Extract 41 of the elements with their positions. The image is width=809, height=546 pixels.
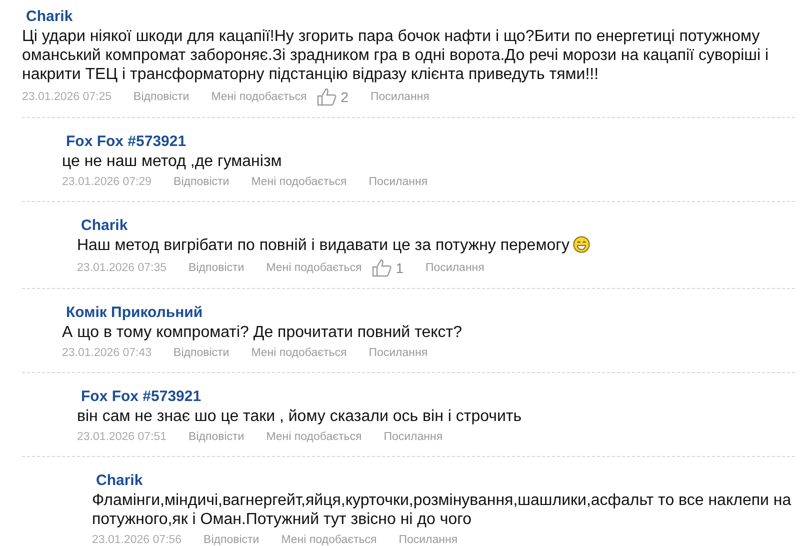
reply-link[interactable]: Відповісти xyxy=(204,533,260,546)
comment-author[interactable]: Fox Fox #573921 xyxy=(77,387,795,407)
like-link[interactable]: Мені подобається xyxy=(281,533,377,546)
comment-author[interactable]: Fox Fox #573921 xyxy=(62,132,795,152)
thumbs-up-icon[interactable] xyxy=(372,259,392,277)
like-count: 1 xyxy=(396,260,404,276)
like-count: 2 xyxy=(340,90,349,104)
permalink-link[interactable]: Посилання xyxy=(398,533,458,546)
smiley-icon xyxy=(573,236,590,253)
like-link[interactable]: Мені подобається xyxy=(251,346,347,361)
permalink-link[interactable]: Посилання xyxy=(426,260,484,276)
comment-author[interactable]: Комік Прикольний xyxy=(62,303,795,323)
comment-text: Наш метод вигрібати по повній і видавати це за потужну перемогу xyxy=(77,236,795,255)
comment-author[interactable]: Charik xyxy=(22,7,795,27)
reply-link[interactable]: Відповісти xyxy=(174,175,230,190)
permalink-link[interactable]: Посилання xyxy=(384,430,443,445)
thumbs-up-icon[interactable] xyxy=(316,88,337,106)
comment-date: 23.01.2026 07:25 xyxy=(22,90,112,104)
like-link[interactable]: Мені подобається xyxy=(266,260,362,276)
reply-link[interactable]: Відповісти xyxy=(134,90,190,104)
comment-date: 23.01.2026 07:51 xyxy=(77,430,167,445)
comment-date: 23.01.2026 07:56 xyxy=(92,533,182,546)
permalink-link[interactable]: Посилання xyxy=(368,346,428,361)
comment-text: він сам не знає шо це таки , йому сказали ось він і строчить xyxy=(77,407,523,426)
comment-text: це не наш метод ,де гуманізм xyxy=(62,152,283,171)
like-link[interactable]: Мені подобається xyxy=(266,430,362,445)
reply-link[interactable]: Відповісти xyxy=(188,430,244,445)
like-link[interactable]: Мені подобається xyxy=(251,175,347,190)
comment-date: 23.01.2026 07:35 xyxy=(77,260,167,276)
permalink-link[interactable]: Посилання xyxy=(368,175,428,190)
comment-text: А що в тому компроматі? Де прочитати повний текст? xyxy=(62,323,464,342)
reply-link[interactable]: Відповісти xyxy=(188,260,244,276)
comment-date: 23.01.2026 07:29 xyxy=(62,175,152,190)
comment-text: Фламінги,міндичі,вагнергейт,яйця,курточки,розмінування,шашлики,асфальт то все наклепи на потужного,як і Оман.Потужний тут звісно ні до чого xyxy=(92,491,792,529)
permalink-link[interactable]: Посилання xyxy=(370,90,430,104)
like-link[interactable]: Мені подобається xyxy=(211,90,307,104)
comment-author[interactable]: Charik xyxy=(92,471,795,491)
comment-author[interactable]: Charik xyxy=(77,216,795,236)
reply-link[interactable]: Відповісти xyxy=(174,346,230,361)
comment-text: Ці удари ніякої шкоди для кацапії!Ну згорить пара бочок нафти і що?Бити по енергетиці потужному оманський компромат забороняє.Зі зрадником гра в одні ворота.До речі морози на кацапії суворіші і накрити ТЕЦ і трансформаторну підстанцію відразу клієнта приведуть тями!!! xyxy=(22,27,770,84)
comment-date: 23.01.2026 07:43 xyxy=(62,346,152,361)
